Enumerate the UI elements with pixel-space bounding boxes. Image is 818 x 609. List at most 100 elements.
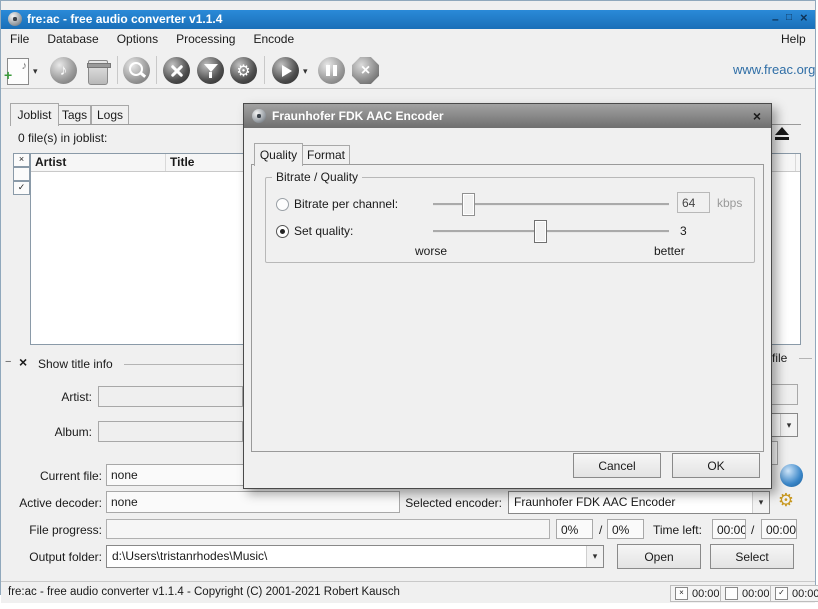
file-progress-label: File progress: bbox=[0, 523, 102, 537]
screen: fre:ac - free audio converter v1.1.4 – □… bbox=[0, 0, 818, 609]
column-header-filler bbox=[796, 154, 800, 171]
play-icon bbox=[272, 57, 299, 84]
quality-slider-thumb[interactable] bbox=[534, 220, 547, 243]
app-logo-icon bbox=[8, 12, 22, 26]
chevron-down-icon[interactable]: ▾ bbox=[586, 546, 603, 567]
info-sphere-icon[interactable] bbox=[780, 464, 803, 487]
menu-options[interactable]: Options bbox=[108, 29, 167, 50]
time-left-label: Time left: bbox=[653, 523, 702, 537]
active-decoder-label: Active decoder: bbox=[0, 496, 102, 510]
select-button[interactable]: Select bbox=[710, 544, 794, 569]
add-files-button[interactable]: ♪ + bbox=[7, 58, 29, 85]
music-note-icon: ♪ bbox=[22, 60, 28, 72]
checked-box-icon: ✓ bbox=[775, 587, 788, 600]
timer-all-tracks: × 00:00 bbox=[670, 585, 725, 602]
toolbar-separator bbox=[156, 56, 157, 84]
music-note-icon: ♪ bbox=[50, 57, 77, 84]
bitrate-radio[interactable] bbox=[276, 198, 289, 211]
magnifier-icon bbox=[129, 62, 143, 76]
funnel-icon bbox=[197, 64, 224, 78]
quality-value: 3 bbox=[680, 224, 687, 238]
set-quality-radio[interactable] bbox=[276, 225, 289, 238]
chevron-down-icon[interactable]: ▾ bbox=[780, 414, 797, 436]
configuration-button[interactable]: ⚙ bbox=[230, 57, 257, 84]
selected-encoder-label: Selected encoder: bbox=[398, 496, 502, 510]
timer-value: 00:00 bbox=[792, 588, 818, 600]
open-button[interactable]: Open bbox=[617, 544, 701, 569]
chevron-down-icon[interactable]: ▾ bbox=[752, 492, 769, 513]
tab-logs[interactable]: Logs bbox=[91, 105, 129, 125]
set-quality-label: Set quality: bbox=[294, 224, 353, 238]
statusbar-text: fre:ac - free audio converter v1.1.4 - C… bbox=[8, 586, 400, 598]
bitrate-label: Bitrate per channel: bbox=[294, 197, 398, 211]
ok-button[interactable]: OK bbox=[672, 453, 760, 478]
column-header-artist[interactable]: Artist bbox=[31, 154, 166, 171]
toolbar-separator bbox=[117, 56, 118, 84]
active-decoder-value: none bbox=[106, 491, 400, 513]
clear-joblist-button[interactable] bbox=[88, 60, 108, 85]
plus-icon: + bbox=[4, 67, 12, 83]
app-title: fre:ac - free audio converter v1.1.4 bbox=[27, 12, 222, 26]
time-separator: / bbox=[751, 523, 754, 537]
checked-x-box-icon: × bbox=[675, 587, 688, 600]
trash-icon bbox=[87, 63, 111, 68]
cancel-button[interactable]: Cancel bbox=[573, 453, 661, 478]
collapse-handle[interactable]: − bbox=[5, 356, 11, 368]
close-button[interactable]: × bbox=[800, 12, 808, 24]
dialog-title: Fraunhofer FDK AAC Encoder bbox=[272, 109, 444, 123]
artist-field[interactable] bbox=[98, 386, 243, 407]
bitrate-slider-thumb[interactable] bbox=[462, 193, 475, 216]
file-progress-bar bbox=[106, 519, 550, 539]
bitrate-unit: kbps bbox=[717, 196, 742, 210]
album-field[interactable] bbox=[98, 421, 243, 442]
output-folder-label: Output folder: bbox=[0, 550, 102, 564]
tab-joblist[interactable]: Joblist bbox=[10, 103, 59, 126]
show-title-info-label[interactable]: Show title info bbox=[38, 357, 113, 371]
timer-value: 00:00 bbox=[692, 588, 720, 600]
select-none-button[interactable] bbox=[13, 167, 30, 181]
dialog-close-button[interactable]: × bbox=[753, 108, 761, 124]
eject-disc-button[interactable] bbox=[775, 127, 789, 140]
cddb-query-button[interactable] bbox=[123, 57, 150, 84]
empty-box-icon bbox=[725, 587, 738, 600]
scale-better-label: better bbox=[654, 244, 685, 258]
encoder-settings-gear-icon[interactable]: ⚙ bbox=[776, 490, 796, 510]
total-percent: 0% bbox=[607, 519, 644, 539]
timer-selected-tracks: ✓ 00:00 bbox=[770, 585, 818, 602]
start-conversion-dropdown-arrow[interactable]: ▾ bbox=[303, 66, 308, 77]
pause-conversion-button[interactable] bbox=[318, 57, 345, 84]
time-left-file: 00:00 bbox=[712, 519, 746, 539]
menu-processing[interactable]: Processing bbox=[167, 29, 244, 50]
selected-encoder-value: Fraunhofer FDK AAC Encoder bbox=[514, 495, 675, 509]
quality-slider[interactable] bbox=[433, 230, 669, 233]
output-folder-combo[interactable]: d:\Users\tristanrhodes\Music\ ▾ bbox=[106, 545, 604, 568]
minimize-button[interactable]: – bbox=[772, 13, 779, 25]
menu-encode[interactable]: Encode bbox=[244, 29, 303, 50]
dialog-tab-format[interactable]: Format bbox=[302, 145, 350, 165]
maximize-button[interactable]: □ bbox=[786, 12, 792, 24]
general-settings-button[interactable] bbox=[163, 57, 190, 84]
add-cd-tracks-button[interactable]: ♪ bbox=[50, 57, 77, 84]
divider-line bbox=[799, 358, 812, 359]
timer-value: 00:00 bbox=[742, 588, 770, 600]
gear-icon: ⚙ bbox=[230, 57, 257, 84]
eject-icon bbox=[775, 127, 789, 135]
selected-encoder-combo[interactable]: Fraunhofer FDK AAC Encoder ▾ bbox=[508, 491, 770, 514]
artist-label: Artist: bbox=[30, 390, 92, 404]
menu-database[interactable]: Database bbox=[38, 29, 107, 50]
bitrate-value-field[interactable]: 64 bbox=[677, 192, 710, 213]
dialog-tab-quality[interactable]: Quality bbox=[254, 143, 303, 166]
show-title-info-checkbox[interactable]: × bbox=[19, 354, 27, 370]
toggle-selection-button[interactable]: ✓ bbox=[13, 181, 30, 195]
add-files-dropdown-arrow[interactable]: ▾ bbox=[33, 66, 38, 77]
processing-filter-button[interactable] bbox=[197, 57, 224, 84]
output-folder-value: d:\Users\tristanrhodes\Music\ bbox=[112, 549, 267, 563]
menu-help[interactable]: Help bbox=[781, 32, 806, 46]
select-all-button[interactable]: × bbox=[13, 153, 30, 167]
tab-tags[interactable]: Tags bbox=[58, 105, 91, 125]
file-percent: 0% bbox=[556, 519, 593, 539]
time-left-total: 00:00 bbox=[761, 519, 797, 539]
menu-file[interactable]: File bbox=[1, 29, 38, 50]
website-link[interactable]: www.freac.org bbox=[733, 62, 815, 77]
start-conversion-button[interactable] bbox=[272, 57, 299, 84]
